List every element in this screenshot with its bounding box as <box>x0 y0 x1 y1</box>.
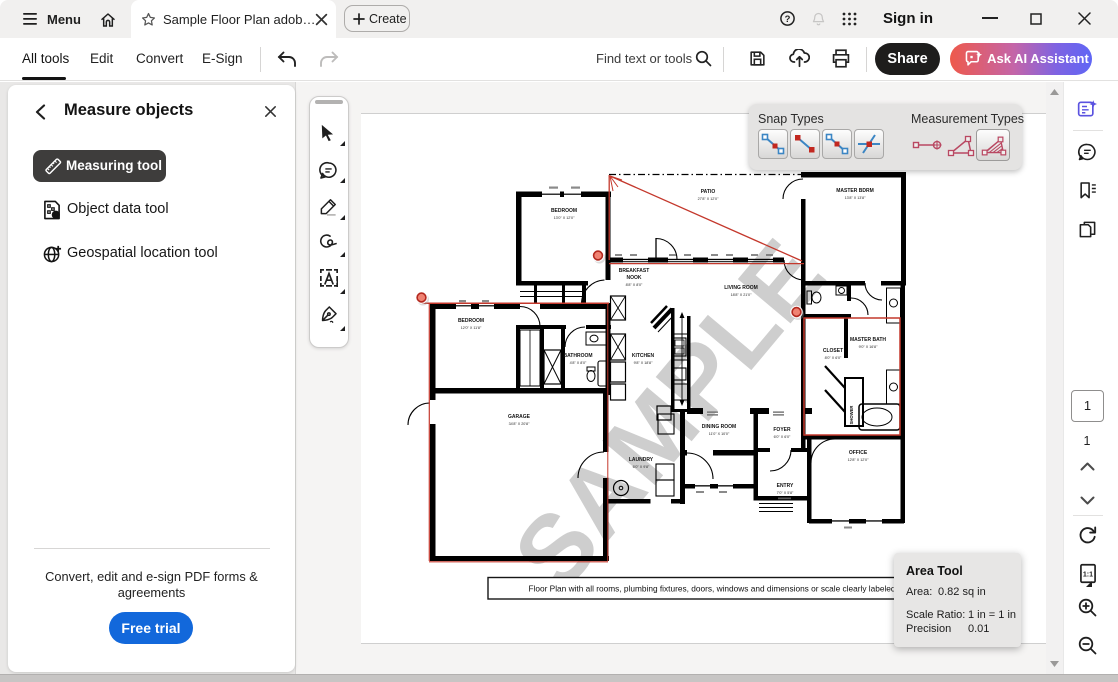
svg-text:7'0" X 5'8": 7'0" X 5'8" <box>777 491 794 495</box>
svg-text:BEDROOM: BEDROOM <box>551 208 577 214</box>
svg-text:34'8" X 20'8": 34'8" X 20'8" <box>509 422 531 426</box>
svg-text:KITCHEN: KITCHEN <box>632 353 655 359</box>
svg-text:BATHROOM: BATHROOM <box>563 353 592 359</box>
svg-text:NOOK: NOOK <box>627 275 642 281</box>
svg-text:MASTER BATH: MASTER BATH <box>850 337 886 343</box>
svg-text:9'8" X 18'8": 9'8" X 18'8" <box>634 361 653 365</box>
svg-text:DINING ROOM: DINING ROOM <box>702 424 736 430</box>
svg-text:BREAKFAST: BREAKFAST <box>619 268 650 274</box>
svg-text:8'8" X 8'0": 8'8" X 8'0" <box>626 283 643 287</box>
svg-text:8'0" X 6'0": 8'0" X 6'0" <box>825 356 842 360</box>
svg-text:6'0" X 6'0": 6'0" X 6'0" <box>774 435 791 439</box>
svg-text:FOYER: FOYER <box>773 427 791 433</box>
svg-text:18'8" X 21'0": 18'8" X 21'0" <box>731 293 753 297</box>
svg-text:27'8" X 12'0": 27'8" X 12'0" <box>698 197 720 201</box>
svg-text:MASTER BDRM: MASTER BDRM <box>836 188 874 194</box>
svg-text:1:1: 1:1 <box>1083 570 1093 578</box>
svg-text:SHOWER: SHOWER <box>849 406 854 425</box>
svg-text:ENTRY: ENTRY <box>777 483 794 489</box>
svg-text:4'8" X 8'0": 4'8" X 8'0" <box>570 361 587 365</box>
svg-text:LAUNDRY: LAUNDRY <box>629 457 654 463</box>
svg-text:11'0" X 10'0": 11'0" X 10'0" <box>709 432 730 436</box>
svg-text:13'0" X 12'0": 13'0" X 12'0" <box>554 216 576 220</box>
svg-text:BEDROOM: BEDROOM <box>458 318 484 324</box>
svg-text:13'8" X 13'8": 13'8" X 13'8" <box>845 196 867 200</box>
svg-text:12'8" X 12'0": 12'8" X 12'0" <box>848 458 870 462</box>
svg-text:PATIO: PATIO <box>701 189 716 195</box>
svg-text:Floor Plan with all rooms, plu: Floor Plan with all rooms, plumbing fixt… <box>528 584 895 594</box>
svg-text:LIVING ROOM: LIVING ROOM <box>724 285 758 291</box>
svg-text:12'0" X 11'8": 12'0" X 11'8" <box>461 326 482 330</box>
svg-text:?: ? <box>785 14 791 25</box>
svg-text:6'0" X 9'8": 6'0" X 9'8" <box>633 465 650 469</box>
svg-text:GARAGE: GARAGE <box>508 414 531 420</box>
svg-text:CLOSET: CLOSET <box>823 348 843 354</box>
svg-text:OFFICE: OFFICE <box>849 450 868 456</box>
svg-text:9'0" X 16'8": 9'0" X 16'8" <box>859 345 878 349</box>
svg-text:SAMPLE: SAMPLE <box>492 220 846 611</box>
